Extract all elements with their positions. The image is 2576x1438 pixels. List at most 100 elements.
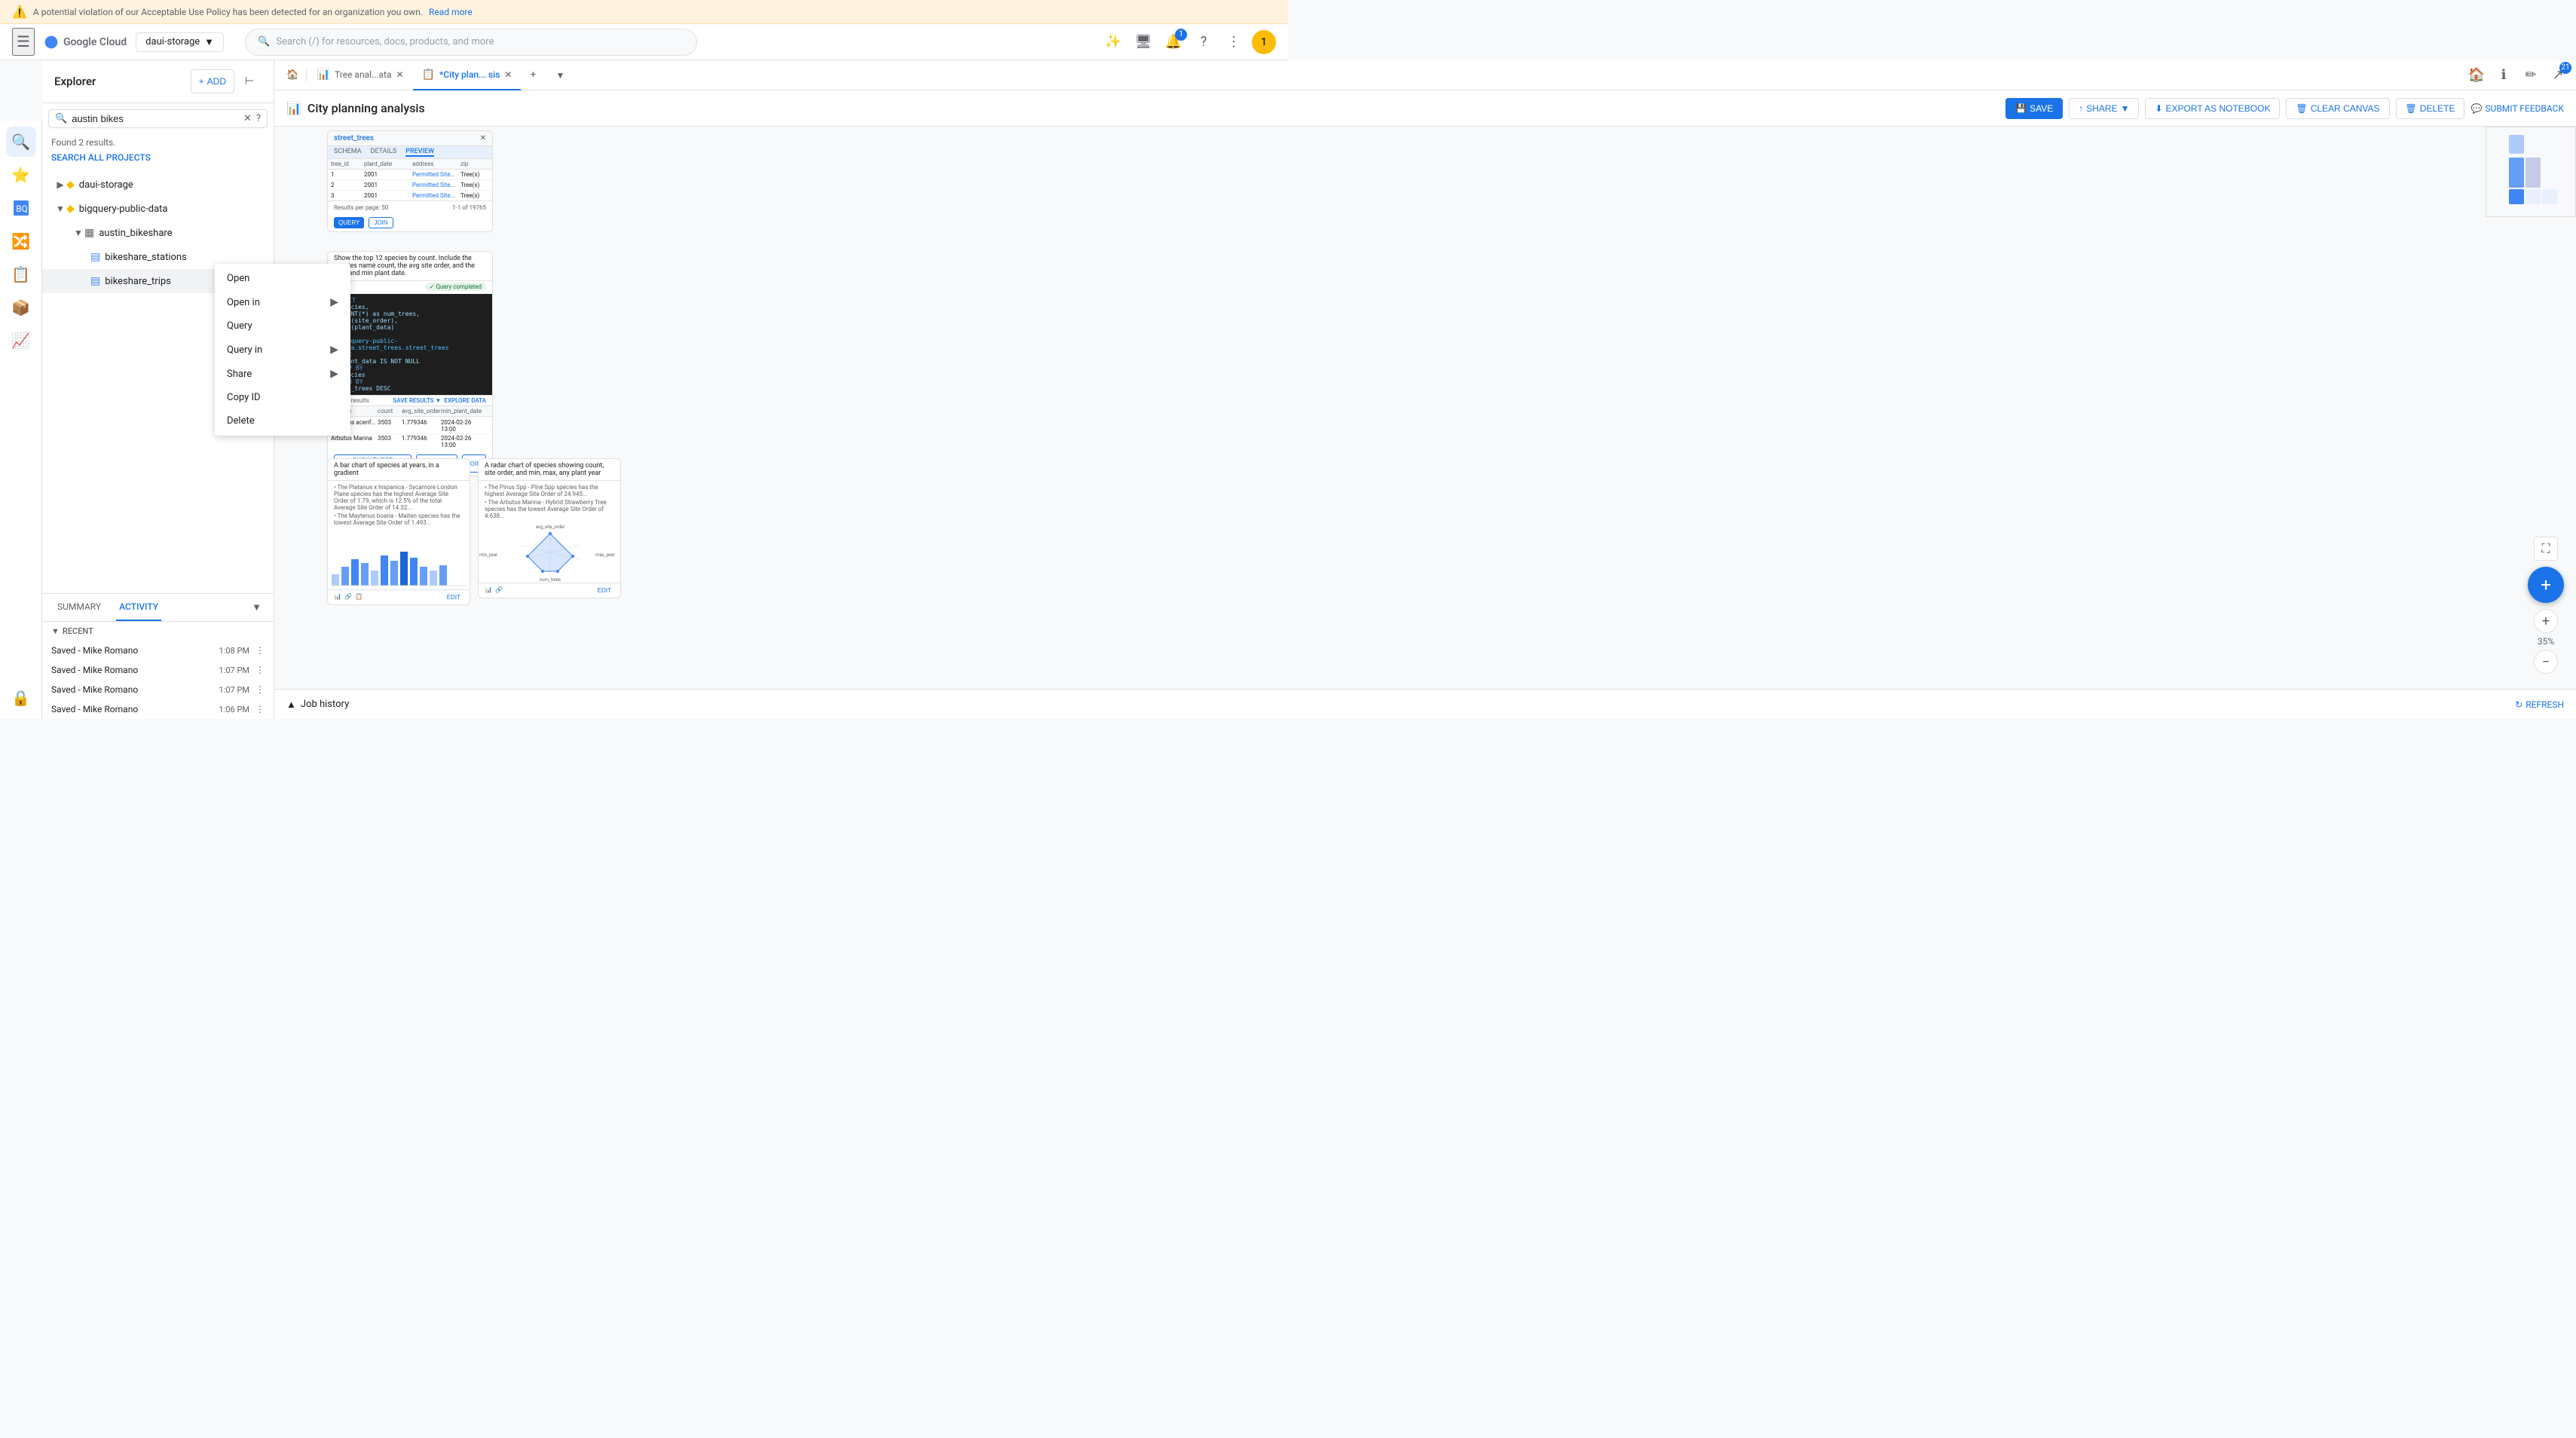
add-tab-button[interactable]: +: [521, 63, 545, 87]
top-nav: ☰ Google Cloud daui-storage ▼ 🔍 Search (…: [0, 24, 1288, 60]
tab-activity[interactable]: ACTIVITY: [116, 594, 161, 621]
collapse-panel-button[interactable]: ⊢: [237, 69, 262, 93]
submenu-arrow-icon: ▶: [330, 296, 338, 308]
rail-monitoring[interactable]: 📈: [6, 326, 36, 356]
expand-bottom-panel[interactable]: ▼: [252, 601, 262, 613]
delete-button[interactable]: 🗑 DELETE: [2396, 98, 2465, 119]
explorer-header: Explorer + ADD ⊢: [42, 60, 274, 103]
project-selector[interactable]: daui-storage ▼: [136, 32, 224, 52]
svg-text:BQ: BQ: [16, 203, 27, 214]
clear-search-icon[interactable]: ✕: [243, 113, 252, 124]
tree-toggle-icon: ▶: [54, 179, 66, 190]
bottom-tab-bar: SUMMARY ACTIVITY ▼: [42, 594, 274, 622]
context-menu-copy-id[interactable]: Copy ID: [215, 386, 350, 409]
canvas-actions: 💾 SAVE ↑ SHARE ▼ ⬇ EXPORT AS NOTEBOOK 🗑 …: [2005, 98, 2564, 119]
activity-label: Saved - Mike Romano: [51, 704, 213, 714]
query-card-btn[interactable]: QUERY: [334, 217, 364, 228]
tab-overflow-button[interactable]: ▼: [548, 63, 572, 87]
open-new-icon[interactable]: ↗ 21: [2546, 63, 2570, 87]
expand-job-history-icon[interactable]: ▲: [286, 699, 296, 711]
explorer-title: Explorer: [54, 75, 96, 88]
tab-close-icon[interactable]: ✕: [504, 69, 512, 80]
warning-icon: ⚠️: [12, 5, 27, 19]
explorer-search-box[interactable]: 🔍 ✕ ?: [48, 109, 268, 128]
radar-edit-btn[interactable]: EDIT: [595, 586, 614, 595]
delete-icon: 🗑: [2406, 103, 2417, 114]
activity-label: Saved - Mike Romano: [51, 684, 213, 695]
rail-starred[interactable]: ⭐: [6, 160, 36, 190]
export-notebook-button[interactable]: ⬇ EXPORT AS NOTEBOOK: [2145, 98, 2280, 119]
search-help-icon[interactable]: ?: [256, 113, 261, 124]
home-tab[interactable]: 🏠: [280, 69, 304, 81]
context-menu-share[interactable]: Share ▶: [215, 362, 350, 386]
canvas-body[interactable]: street_trees ✕ SCHEMA DETAILS PREVIEW tr…: [274, 127, 2576, 689]
canvas-title-icon: 📊: [286, 101, 301, 115]
join-card-btn[interactable]: JOIN: [369, 217, 393, 228]
hamburger-button[interactable]: ☰: [12, 28, 35, 56]
notifications-button[interactable]: 🔔 1: [1161, 30, 1186, 54]
save-button[interactable]: 💾 SAVE: [2005, 98, 2063, 119]
user-avatar[interactable]: 1: [1252, 30, 1276, 54]
rail-search[interactable]: 🔍: [6, 127, 36, 157]
refresh-button[interactable]: ↻ REFRESH: [2515, 699, 2564, 710]
query-completed-badge: ✓ Query completed: [328, 281, 492, 294]
star-button[interactable]: ★: [230, 200, 248, 218]
context-menu-query[interactable]: Query: [215, 314, 350, 338]
context-menu-delete[interactable]: Delete: [215, 409, 350, 433]
tab-label: Tree anal...ata: [335, 69, 391, 80]
share-dropdown-icon: ▼: [2121, 103, 2130, 114]
tree-item-daui-storage[interactable]: ▶ ◆ daui-storage ☆ ⋮: [42, 173, 274, 197]
policy-message: A potential violation of our Acceptable …: [33, 7, 423, 17]
tree-item-austin-bikeshare[interactable]: ▼ ▦ austin_bikeshare ☆ ⋮: [42, 221, 274, 245]
help-button[interactable]: ?: [1192, 30, 1216, 54]
explorer-home-icon[interactable]: 🏠: [2464, 63, 2489, 87]
rail-storage[interactable]: 📦: [6, 292, 36, 323]
cloud-shell-button[interactable]: 🖥: [1131, 30, 1155, 54]
tab-summary[interactable]: SUMMARY: [54, 594, 104, 621]
rail-security[interactable]: 🔒: [6, 683, 36, 713]
context-menu-query-in[interactable]: Query in ▶: [215, 338, 350, 362]
more-options-button[interactable]: ⋮: [1222, 30, 1246, 54]
read-more-link[interactable]: Read more: [429, 7, 473, 17]
card-footer: Results per page: 50 1-1 of 19765: [328, 200, 492, 214]
more-button[interactable]: ⋮: [249, 224, 268, 242]
activity-more-icon[interactable]: ⋮: [255, 665, 265, 675]
submit-feedback-link[interactable]: 💬 SUBMIT FEEDBACK: [2470, 103, 2564, 114]
explorer-search-input[interactable]: [72, 113, 239, 124]
main-area: 🔍 ⭐ BQ 🔀 📋 📦 📈 🔒 Explorer + ADD ⊢ 🔍 ✕: [0, 60, 2576, 719]
tab-tree-analysis[interactable]: 📊 Tree anal...ata ✕: [308, 60, 413, 90]
edit-icon[interactable]: ✏: [2519, 63, 2543, 87]
global-search-bar[interactable]: 🔍 Search (/) for resources, docs, produc…: [245, 29, 697, 56]
project-icon: ◆: [66, 179, 75, 191]
add-button[interactable]: + ADD: [191, 69, 234, 93]
activity-more-icon[interactable]: ⋮: [255, 704, 265, 714]
canvas-title-text: City planning analysis: [307, 101, 425, 115]
info-icon[interactable]: ℹ: [2492, 63, 2516, 87]
rail-dataflow[interactable]: 🔀: [6, 226, 36, 256]
activity-more-icon[interactable]: ⋮: [255, 645, 265, 656]
tab-close-icon[interactable]: ✕: [396, 69, 403, 80]
star-button[interactable]: ☆: [230, 224, 248, 242]
chart-edit-btn[interactable]: EDIT: [444, 593, 463, 601]
activity-more-icon[interactable]: ⋮: [255, 684, 265, 695]
rail-compose[interactable]: 📋: [6, 259, 36, 289]
search-all-projects-link[interactable]: SEARCH ALL PROJECTS: [42, 151, 274, 170]
explorer-actions: + ADD ⊢: [191, 69, 262, 93]
add-fab-button[interactable]: +: [2528, 567, 2564, 603]
zoom-in-button[interactable]: +: [2534, 609, 2558, 633]
context-menu-open[interactable]: Open: [215, 267, 350, 290]
zoom-controls: ⛶ + + 35% −: [2528, 537, 2564, 674]
activity-item: Saved - Mike Romano 1:07 PM ⋮: [42, 680, 274, 699]
star-button[interactable]: ☆: [230, 176, 248, 194]
more-button[interactable]: ⋮: [249, 176, 268, 194]
gemini-button[interactable]: ✨: [1101, 30, 1125, 54]
rail-bigquery[interactable]: BQ: [6, 193, 36, 223]
tab-city-planning[interactable]: 📋 *City plan... sis ✕: [413, 60, 522, 90]
context-menu-open-in[interactable]: Open in ▶: [215, 290, 350, 314]
clear-canvas-button[interactable]: 🗑 CLEAR CANVAS: [2286, 98, 2389, 119]
share-button[interactable]: ↑ SHARE ▼: [2069, 98, 2139, 119]
zoom-out-button[interactable]: −: [2534, 650, 2558, 674]
fullscreen-button[interactable]: ⛶: [2534, 537, 2558, 561]
tree-item-bigquery-public-data[interactable]: ▼ ◆ bigquery-public-data ★ ⋮: [42, 197, 274, 221]
more-button[interactable]: ⋮: [249, 200, 268, 218]
